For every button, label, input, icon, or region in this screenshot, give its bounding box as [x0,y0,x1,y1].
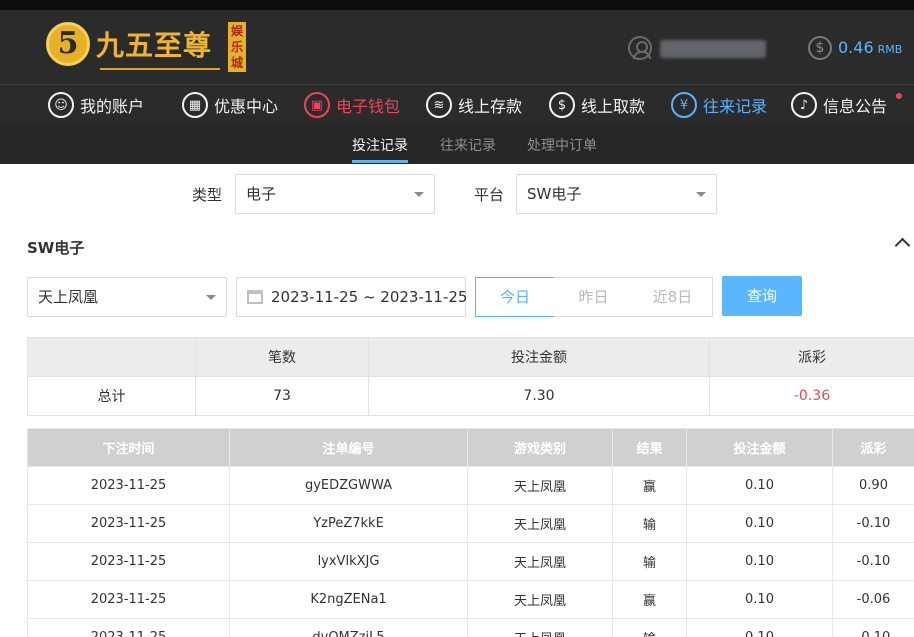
cell-result: 赢 [612,466,687,505]
col-bet-time[interactable]: 下注时间 [27,428,230,467]
col-result[interactable]: 结果 [612,428,687,467]
cell-result: 输 [612,504,687,543]
cell-bet-time: 2023-11-25 [27,618,230,637]
table-row: 2023-11-25dyQMZzjL5天上凤凰输0.10-0.10 [27,618,914,637]
cell-payout: -0.10 [832,542,914,581]
cell-result: 赢 [612,580,687,619]
cell-bet-amount: 0.10 [686,466,833,505]
cell-bet-id: lyxVlkXJG [229,542,468,581]
cell-bet-time: 2023-11-25 [27,580,230,619]
table-row: 2023-11-25 lyxVlkXJG 天上凤凰输 0.10 -0.10 [27,542,914,581]
col-bet-id[interactable]: 注单编号 [229,428,468,467]
cell-payout: 0.90 [832,466,914,505]
cell-game-type: 天上凤凰 [467,466,613,505]
cell-game-type: 天上凤凰 [467,542,613,581]
bet-records-table: 下注时间 注单编号 游戏类别 结果 投注金额 派彩 2023-11-25 gyED… [27,428,914,637]
cell-bet-amount: 0.10 [686,542,833,581]
table-row: 2023-11-25 K2ngZENa1 天上凤凰赢 0.10 -0.06 [27,580,914,619]
cell-result: 输 [612,618,687,637]
cell-payout: -0.06 [832,580,914,619]
cell-bet-id: gyEDZGWWA [229,466,468,505]
cell-bet-amount: 0.10 [686,618,833,637]
table-row: 2023-11-25 YzPeZ7kkE 天上凤凰输 0.10 -0.10 [27,504,914,543]
cell-payout: -0.10 [832,504,914,543]
cell-bet-amount: 0.10 [686,504,833,543]
col-payout[interactable]: 派彩 [832,428,914,467]
cell-game-type: 天上凤凰 [467,504,613,543]
cell-payout: -0.10 [832,618,914,637]
cell-bet-amount: 0.10 [686,580,833,619]
col-game-type[interactable]: 游戏类别 [467,428,613,467]
cell-bet-id: YzPeZ7kkE [229,504,468,543]
cell-bet-time: 2023-11-25 [27,542,230,581]
table-row: 2023-11-25 gyEDZGWWA 天上凤凰赢 0.10 0.90 [27,466,914,505]
records-clip: 下注时间 注单编号 游戏类别 结果 投注金额 派彩 2023-11-25 gyED… [0,0,914,637]
records-header-row: 下注时间 注单编号 游戏类别 结果 投注金额 派彩 [27,428,914,467]
cell-bet-time: 2023-11-25 [27,504,230,543]
cell-bet-id: dyQMZzjL5 [229,618,468,637]
col-bet-amount[interactable]: 投注金额 [686,428,833,467]
cell-bet-id: K2ngZENa1 [229,580,468,619]
cell-game-type: 天上凤凰 [467,580,613,619]
cell-game-type: 天上凤凰 [467,618,613,637]
cell-bet-time: 2023-11-25 [27,466,230,505]
cell-result: 输 [612,542,687,581]
